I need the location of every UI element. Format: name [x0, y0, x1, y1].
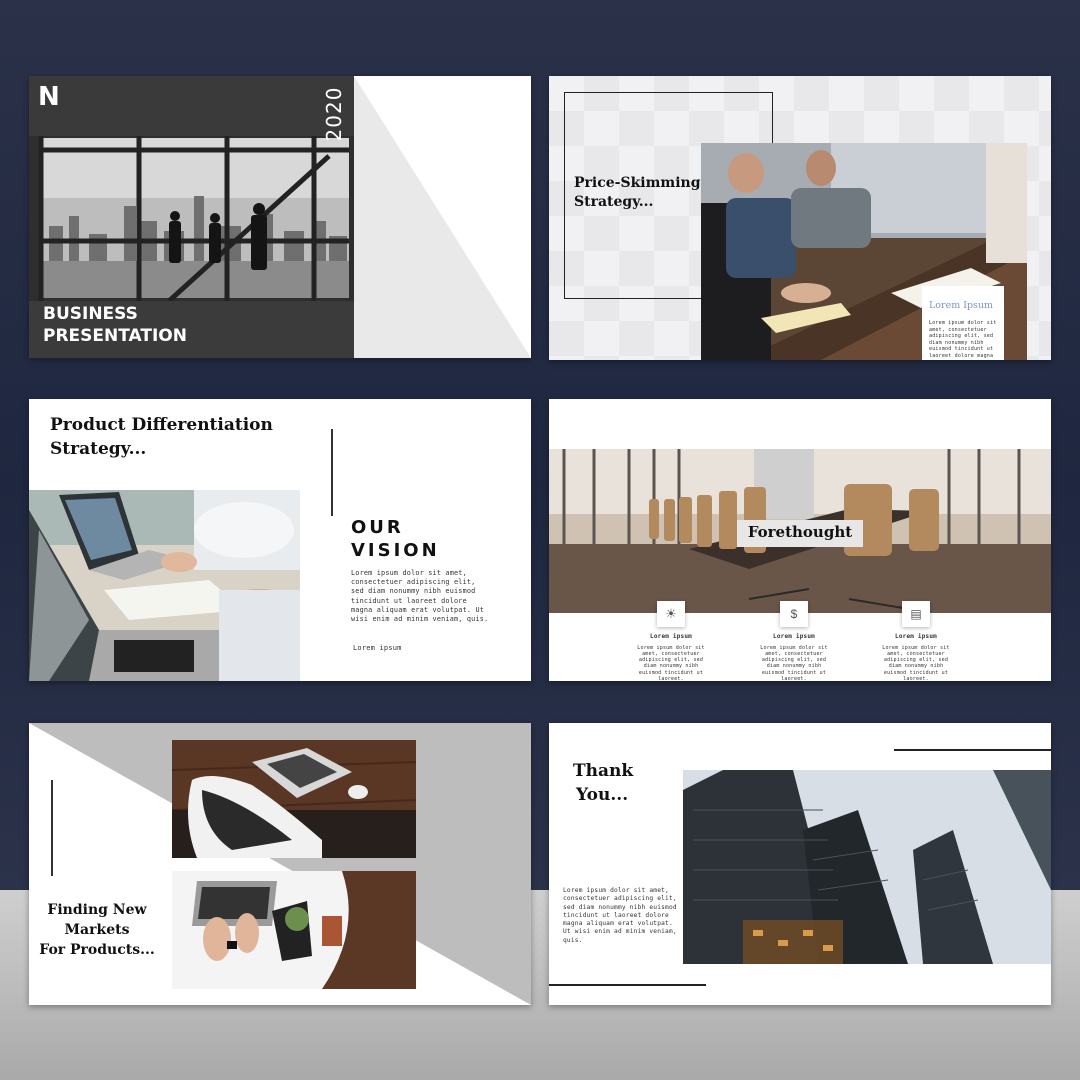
vision-heading-line-2: VISION	[351, 540, 440, 561]
feature-item: ▤ Lorem ipsum Lorem ipsum dolor sit amet…	[876, 601, 956, 681]
title-line-1: BUSINESS	[43, 304, 138, 324]
title-line-2: Strategy...	[574, 194, 654, 210]
vertical-divider	[51, 780, 53, 876]
thank-you-body: Lorem ipsum dolor sit amet, consectetuer…	[563, 887, 677, 944]
feature-item: ☀ Lorem ipsum Lorem ipsum dolor sit amet…	[631, 601, 711, 681]
feature-text: Lorem ipsum dolor sit amet, consectetuer…	[882, 644, 950, 681]
info-card-title: Lorem Ipsum	[929, 300, 994, 311]
vision-heading-line-1: OUR	[351, 517, 404, 538]
title-line-1: Price-Skimming	[574, 175, 701, 191]
banner-title: Forethought	[747, 523, 853, 541]
top-rule	[894, 749, 1051, 751]
slide-finding-new-markets: Finding New Markets For Products...	[29, 723, 531, 1005]
info-card-text: Lorem ipsum dolor sit amet, consectetuer…	[929, 320, 999, 360]
title-line-1: Thank	[573, 761, 634, 781]
slide-price-skimming: Price-Skimming Strategy... Lorem Ipsum L…	[549, 76, 1051, 360]
title-line-3: For Products...	[39, 942, 155, 958]
slide-forethought: Forethought ☀ Lorem ipsum Lorem ipsum do…	[549, 399, 1051, 681]
skyscrapers-photo	[683, 770, 1051, 964]
bottom-rule	[549, 984, 706, 986]
year-label: 2020	[322, 86, 346, 142]
slide-product-differentiation: Product Differentiation Strategy... OUR …	[29, 399, 531, 681]
vertical-divider	[331, 429, 333, 516]
logo: N	[38, 82, 60, 112]
feature-title: Lorem ipsum	[773, 633, 815, 640]
feature-title: Lorem ipsum	[650, 633, 692, 640]
title-line-2: You...	[576, 785, 629, 805]
feature-text: Lorem ipsum dolor sit amet, consectetuer…	[760, 644, 828, 681]
document-icon: ▤	[902, 601, 930, 627]
laptop-desk-photo	[29, 490, 300, 681]
feature-title: Lorem ipsum	[895, 633, 937, 640]
vision-body: Lorem ipsum dolor sit amet, consectetuer…	[351, 569, 489, 624]
money-icon: $	[780, 601, 808, 627]
title-line-2: PRESENTATION	[43, 326, 187, 346]
title-line-2: Markets	[64, 922, 130, 938]
hands-typing-photo	[172, 871, 416, 989]
slide-business-presentation: N 2020 BUSINESS PRESENTATION	[29, 76, 531, 358]
vision-footer: Lorem ipsum	[353, 644, 402, 652]
slide-gray-triangle	[354, 76, 531, 358]
title-line-2: Strategy...	[50, 439, 147, 459]
feature-text: Lorem ipsum dolor sit amet, consectetuer…	[637, 644, 705, 681]
feature-item: $ Lorem ipsum Lorem ipsum dolor sit amet…	[754, 601, 834, 681]
title-line-1: Product Differentiation	[50, 415, 273, 435]
slide-thank-you: Thank You... Lorem ipsum dolor sit amet,…	[549, 723, 1051, 1005]
title-line-1: Finding New	[47, 902, 147, 918]
laptop-top-view-photo	[172, 740, 416, 858]
lightbulb-icon: ☀	[657, 601, 685, 627]
